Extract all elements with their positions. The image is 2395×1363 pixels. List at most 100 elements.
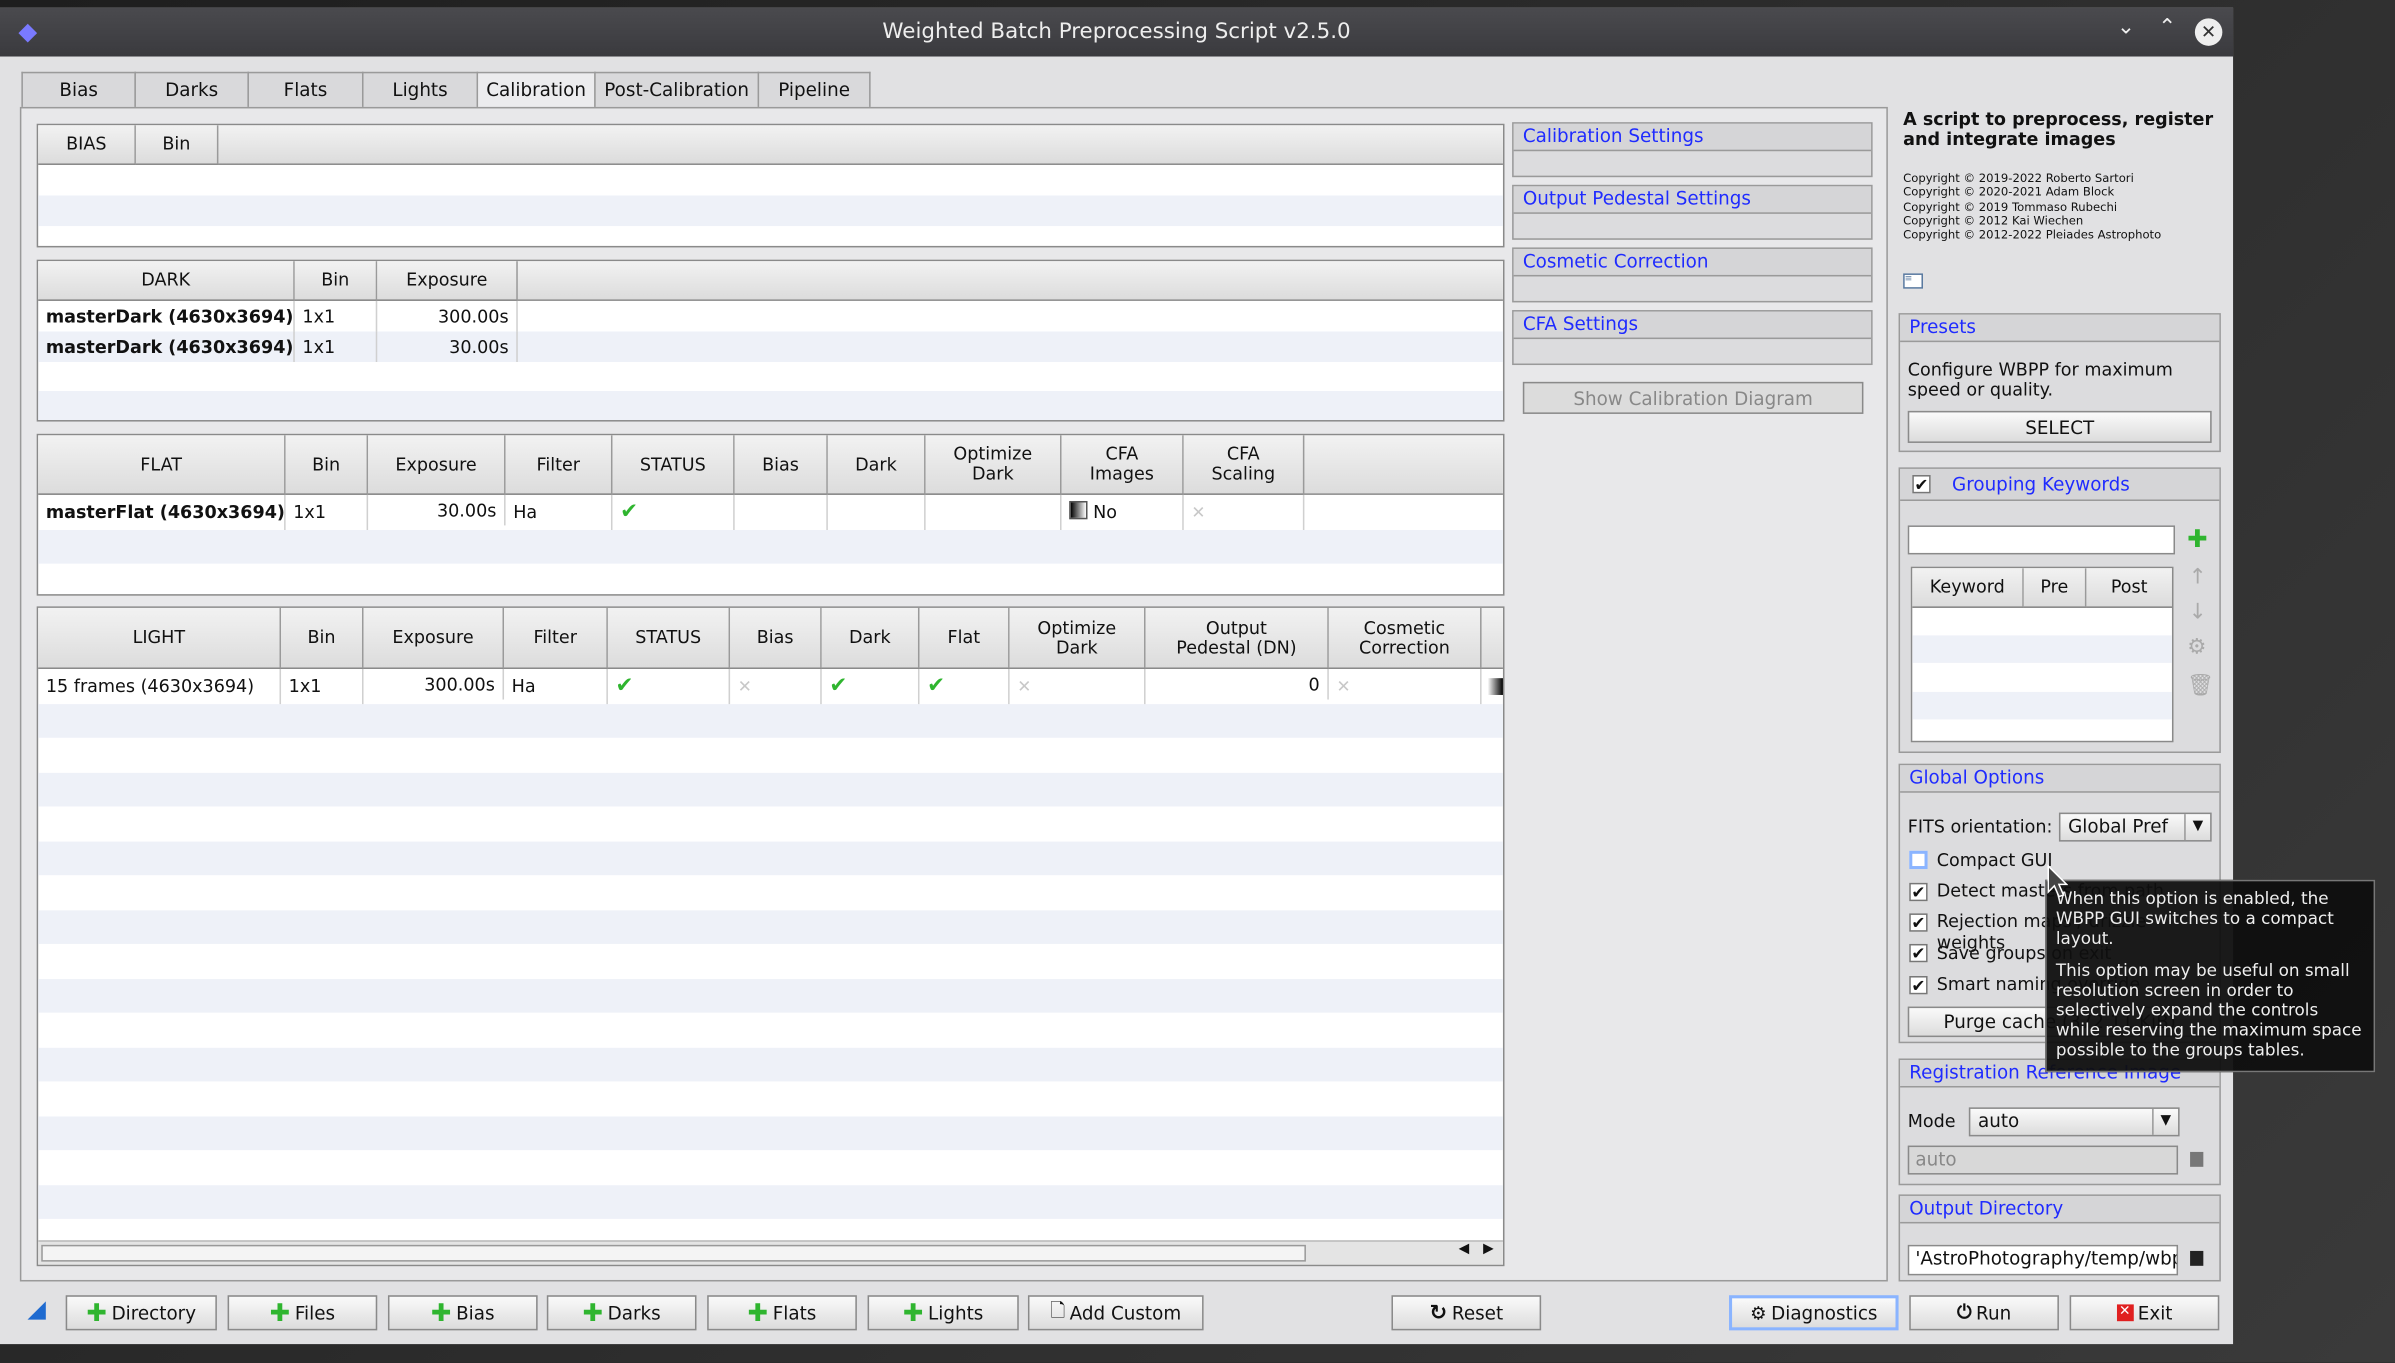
tab-flats[interactable]: Flats [247, 71, 364, 109]
table-row[interactable]: masterFlat (4630x3694) 1x1 30.00s Ha ✔ N… [38, 494, 1503, 531]
cosmetic-correction-section[interactable]: Cosmetic Correction [1512, 247, 1873, 303]
section-title[interactable]: Output Directory [1900, 1195, 2220, 1224]
compact-gui-checkbox[interactable] [1909, 850, 1928, 870]
bias-off-icon[interactable]: ✕ [730, 669, 822, 705]
tab-lights[interactable]: Lights [361, 71, 479, 109]
col-bin[interactable]: Bin [281, 607, 364, 670]
col-bin[interactable]: Bin [285, 435, 369, 495]
calibration-settings-section[interactable]: Calibration Settings [1512, 122, 1873, 178]
rejection-maps-checkbox[interactable]: ✔ [1909, 913, 1928, 932]
move-up-icon[interactable]: ↑ [2189, 565, 2207, 589]
output-directory-input[interactable]: 'AstroPhotography/temp/wbpp [1907, 1244, 2179, 1276]
col-flat[interactable]: Flat [919, 607, 1010, 670]
dark-table[interactable]: DARK Bin Exposure masterDark (4630x3694)… [36, 259, 1505, 422]
add-files-button[interactable]: ✚ Files [227, 1295, 378, 1331]
col-cfa-images[interactable]: CFA Images [1061, 435, 1184, 495]
reference-image-input[interactable]: auto [1907, 1145, 2179, 1175]
col-post[interactable]: Post [2086, 568, 2172, 608]
close-window-icon[interactable]: ✕ [2194, 18, 2223, 46]
col-pre[interactable]: Pre [2023, 568, 2087, 608]
col-dark[interactable]: DARK [38, 261, 295, 301]
col-exposure[interactable]: Exposure [368, 435, 506, 495]
scrollbar-thumb[interactable] [41, 1244, 1306, 1262]
section-title[interactable]: Global Options [1900, 765, 2220, 793]
col-status[interactable]: STATUS [612, 435, 735, 495]
diagnostics-button[interactable]: ⚙ Diagnostics [1729, 1295, 1899, 1331]
horizontal-scrollbar[interactable]: ◀ ▶ [38, 1240, 1503, 1265]
col-bias[interactable]: Bias [734, 435, 828, 495]
col-cfa-scaling[interactable]: CFA Scaling [1183, 435, 1305, 495]
scroll-right-icon[interactable]: ▶ [1483, 1242, 1494, 1257]
section-title[interactable]: Output Pedestal Settings [1513, 186, 1872, 214]
folder-icon[interactable]: ▆ [2190, 1147, 2203, 1167]
move-down-icon[interactable]: ↓ [2189, 600, 2207, 624]
col-bias[interactable]: Bias [730, 607, 822, 670]
col-dark[interactable]: Dark [821, 607, 920, 670]
reset-button[interactable]: ↻ Reset [1391, 1295, 1542, 1331]
col-exposure[interactable]: Exposure [363, 607, 505, 670]
col-keyword[interactable]: Keyword [1912, 568, 2024, 608]
maximize-icon[interactable]: ⌃ [2158, 15, 2176, 39]
gear-icon[interactable]: ⚙ [2187, 635, 2206, 659]
col-status[interactable]: STATUS [607, 607, 731, 670]
add-directory-button[interactable]: ✚ Directory [65, 1295, 217, 1331]
add-flats-button[interactable]: ✚ Flats [707, 1295, 857, 1331]
cfa-settings-section[interactable]: CFA Settings [1512, 310, 1873, 366]
table-row[interactable]: masterDark (4630x3694) 1x1 300.00s [38, 300, 1503, 332]
add-keyword-icon[interactable]: ✚ [2187, 526, 2207, 550]
flat-ok-icon[interactable]: ✔ [919, 669, 1010, 705]
col-filter[interactable]: Filter [504, 607, 608, 670]
keyword-input[interactable] [1907, 525, 2176, 555]
table-row[interactable]: masterDark (4630x3694) 1x1 30.00s [38, 331, 1503, 362]
col-dark[interactable]: Dark [827, 435, 926, 495]
col-light[interactable]: LIGHT [38, 607, 282, 670]
add-custom-button[interactable]: 🗋 Add Custom [1027, 1295, 1204, 1331]
col-bin[interactable]: Bin [294, 261, 378, 301]
comment-icon[interactable]: ≡ [1903, 273, 1923, 289]
col-cosmetic-correction[interactable]: Cosmetic Correction [1328, 607, 1482, 670]
col-bin[interactable]: Bin [135, 125, 219, 165]
section-title[interactable]: Calibration Settings [1513, 123, 1872, 152]
exit-button[interactable]: ✕ Exit [2069, 1295, 2220, 1331]
dark-ok-icon[interactable]: ✔ [822, 669, 920, 705]
tab-darks[interactable]: Darks [134, 71, 249, 109]
cosmetic-off-icon[interactable]: ✕ [1329, 669, 1482, 705]
cfa-scaling-off-icon[interactable]: ✕ [1184, 494, 1305, 531]
light-table[interactable]: LIGHT Bin Exposure Filter STATUS Bias Da… [36, 606, 1505, 1267]
grouping-keywords-checkbox[interactable]: ✔ [1912, 475, 1931, 494]
section-title[interactable]: Presets [1900, 314, 2220, 343]
section-title[interactable]: Grouping Keywords [1900, 468, 2220, 501]
folder-icon[interactable]: ▆ [2190, 1246, 2203, 1266]
optimize-dark-off-icon[interactable]: ✕ [1010, 669, 1146, 705]
select-preset-button[interactable]: SELECT [1907, 410, 2212, 443]
add-bias-button[interactable]: ✚ Bias [387, 1295, 538, 1331]
section-title[interactable]: Cosmetic Correction [1513, 248, 1872, 277]
bias-table[interactable]: BIAS Bin [36, 123, 1505, 248]
col-bias[interactable]: BIAS [38, 125, 136, 165]
col-output-pedestal[interactable]: Output Pedestal (DN) [1145, 607, 1329, 670]
resize-corner-icon[interactable] [27, 1301, 46, 1320]
tab-pipeline[interactable]: Pipeline [757, 71, 871, 109]
tab-post-calibration[interactable]: Post-Calibration [594, 71, 760, 109]
minimize-icon[interactable]: ⌄ [2117, 15, 2135, 39]
scroll-left-icon[interactable]: ◀ [1459, 1242, 1470, 1257]
smart-naming-checkbox[interactable]: ✔ [1909, 976, 1928, 994]
show-calibration-diagram-button[interactable]: Show Calibration Diagram [1522, 381, 1864, 414]
detect-masters-checkbox[interactable]: ✔ [1909, 882, 1928, 901]
col-flat[interactable]: FLAT [38, 435, 286, 495]
keywords-table[interactable]: Keyword Pre Post [1910, 566, 2174, 743]
table-row[interactable]: 15 frames (4630x3694) 1x1 300.00s Ha ✔ ✕… [38, 669, 1503, 705]
fits-orientation-select[interactable]: Global Pref ▼ [2058, 812, 2212, 842]
flat-table[interactable]: FLAT Bin Exposure Filter STATUS Bias Dar… [36, 433, 1505, 596]
light-pedestal[interactable]: 0 [1146, 669, 1329, 700]
col-optimize-dark[interactable]: Optimize Dark [925, 435, 1062, 495]
add-darks-button[interactable]: ✚ Darks [546, 1295, 697, 1331]
save-groups-checkbox[interactable]: ✔ [1909, 943, 1928, 962]
run-button[interactable]: ⏻ Run [1909, 1295, 2059, 1331]
tab-calibration[interactable]: Calibration [476, 71, 596, 110]
trash-icon[interactable]: 🗑 [2187, 674, 2214, 698]
col-exposure[interactable]: Exposure [377, 261, 518, 301]
section-title[interactable]: CFA Settings [1513, 311, 1872, 340]
tab-bias[interactable]: Bias [21, 71, 136, 109]
col-filter[interactable]: Filter [505, 435, 613, 495]
